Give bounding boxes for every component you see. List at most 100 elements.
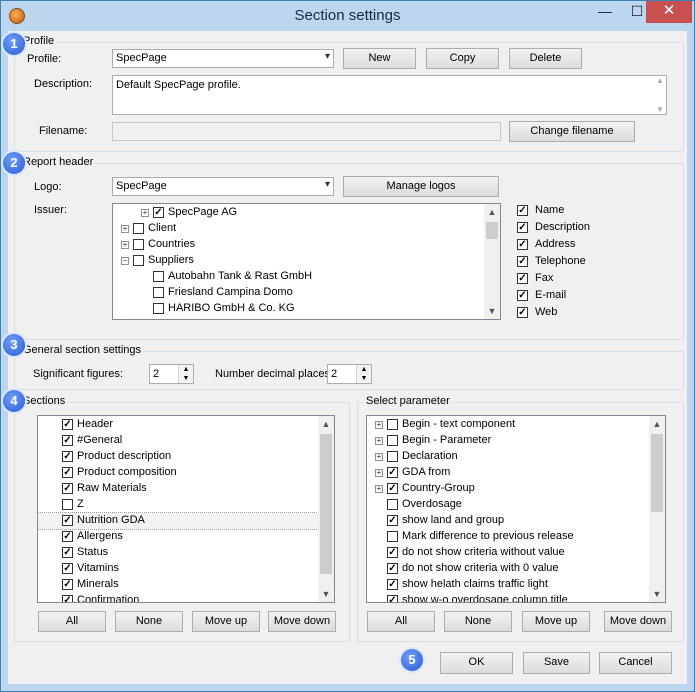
- sections-list[interactable]: ✓ Header ✓ #General ✓ Product description ✓ Pro…: [37, 415, 335, 603]
- section-item[interactable]: ✓ Minerals: [38, 577, 318, 593]
- minimize-button[interactable]: —: [589, 1, 621, 23]
- copy-profile-button[interactable]: Copy: [426, 48, 499, 69]
- checkbox[interactable]: ✓: [517, 222, 528, 233]
- issuer-field-option[interactable]: ✓ Fax: [517, 272, 607, 288]
- checkbox[interactable]: [387, 419, 398, 430]
- parameter-item[interactable]: ✓ do not show criteria with 0 value: [367, 561, 649, 577]
- issuer-tree-item[interactable]: + Client: [113, 221, 483, 237]
- sections-move-down-button[interactable]: Move down: [268, 611, 336, 632]
- checkbox[interactable]: ✓: [517, 273, 528, 284]
- checkbox[interactable]: [387, 451, 398, 462]
- sections-all-button[interactable]: All: [38, 611, 106, 632]
- checkbox[interactable]: ✓: [62, 547, 73, 558]
- expand-icon[interactable]: +: [375, 469, 383, 477]
- checkbox[interactable]: ✓: [387, 467, 398, 478]
- issuer-tree-item[interactable]: − Suppliers: [113, 253, 483, 269]
- parameter-item[interactable]: ✓ show w-o overdosage column title: [367, 593, 649, 602]
- parameters-all-button[interactable]: All: [367, 611, 435, 632]
- decimal-places-stepper[interactable]: 2 ▲ ▼: [327, 364, 372, 384]
- checkbox[interactable]: [62, 499, 73, 510]
- parameter-item[interactable]: ✓ show helath claims traffic light: [367, 577, 649, 593]
- checkbox[interactable]: ✓: [387, 515, 398, 526]
- parameter-item[interactable]: ✓ show land and group: [367, 513, 649, 529]
- ok-button[interactable]: OK: [440, 652, 513, 674]
- checkbox[interactable]: ✓: [387, 483, 398, 494]
- profile-dropdown[interactable]: SpecPage ▾: [112, 49, 334, 68]
- checkbox[interactable]: ✓: [62, 467, 73, 478]
- checkbox[interactable]: ✓: [517, 239, 528, 250]
- parameter-item[interactable]: + Begin - text component: [367, 417, 649, 433]
- parameter-item[interactable]: + Begin - Parameter: [367, 433, 649, 449]
- sections-scrollbar[interactable]: ▲ ▼: [318, 416, 334, 602]
- checkbox[interactable]: [133, 255, 144, 266]
- issuer-field-option[interactable]: ✓ Web: [517, 306, 607, 322]
- cancel-button[interactable]: Cancel: [599, 652, 672, 674]
- issuer-tree[interactable]: + ✓ SpecPage AG + Client + Countries − Suppliers…: [112, 203, 501, 320]
- scroll-thumb[interactable]: [320, 434, 332, 574]
- parameter-scrollbar[interactable]: ▲ ▼: [649, 416, 665, 602]
- parameter-item[interactable]: + Declaration: [367, 449, 649, 465]
- section-item[interactable]: ✓ Raw Materials: [38, 481, 318, 497]
- parameters-move-up-button[interactable]: Move up: [522, 611, 590, 632]
- parameter-item[interactable]: + ✓ Country-Group: [367, 481, 649, 497]
- filename-field[interactable]: [112, 122, 501, 141]
- parameter-item[interactable]: ✓ do not show criteria without value: [367, 545, 649, 561]
- checkbox[interactable]: ✓: [517, 290, 528, 301]
- checkbox[interactable]: [133, 239, 144, 250]
- sections-none-button[interactable]: None: [115, 611, 183, 632]
- spin-arrows-icon[interactable]: ▲ ▼: [178, 365, 193, 383]
- section-item[interactable]: ✓ #General: [38, 433, 318, 449]
- expand-icon[interactable]: +: [121, 241, 129, 249]
- expand-icon[interactable]: +: [141, 209, 149, 217]
- parameters-none-button[interactable]: None: [444, 611, 512, 632]
- parameter-item[interactable]: + ✓ GDA from: [367, 465, 649, 481]
- checkbox[interactable]: [153, 287, 164, 298]
- checkbox[interactable]: [133, 223, 144, 234]
- checkbox[interactable]: ✓: [62, 579, 73, 590]
- manage-logos-button[interactable]: Manage logos: [343, 176, 499, 197]
- checkbox[interactable]: ✓: [62, 435, 73, 446]
- checkbox[interactable]: ✓: [387, 579, 398, 590]
- issuer-field-option[interactable]: ✓ Telephone: [517, 255, 607, 271]
- issuer-field-option[interactable]: ✓ Address: [517, 238, 607, 254]
- checkbox[interactable]: ✓: [62, 515, 73, 526]
- checkbox[interactable]: ✓: [62, 451, 73, 462]
- checkbox[interactable]: ✓: [387, 563, 398, 574]
- issuer-field-option[interactable]: ✓ Name: [517, 204, 607, 220]
- issuer-tree-item[interactable]: HARIBO GmbH & Co. KG: [113, 301, 483, 317]
- checkbox[interactable]: ✓: [387, 595, 398, 602]
- delete-profile-button[interactable]: Delete: [509, 48, 582, 69]
- expand-icon[interactable]: +: [375, 453, 383, 461]
- issuer-tree-item[interactable]: Friesland Campina Domo: [113, 285, 483, 301]
- close-button[interactable]: ✕: [646, 1, 692, 23]
- section-item[interactable]: ✓ Allergens: [38, 529, 318, 545]
- checkbox[interactable]: ✓: [62, 419, 73, 430]
- section-item[interactable]: ✓ Status: [38, 545, 318, 561]
- new-profile-button[interactable]: New: [343, 48, 416, 69]
- significant-figures-stepper[interactable]: 2 ▲ ▼: [149, 364, 194, 384]
- checkbox[interactable]: ✓: [517, 256, 528, 267]
- checkbox[interactable]: [387, 435, 398, 446]
- spin-arrows-icon[interactable]: ▲ ▼: [356, 365, 371, 383]
- scroll-up-icon[interactable]: ▲: [649, 416, 665, 432]
- checkbox[interactable]: ✓: [517, 307, 528, 318]
- checkbox[interactable]: ✓: [62, 531, 73, 542]
- checkbox[interactable]: ✓: [62, 563, 73, 574]
- section-item[interactable]: ✓ Product description: [38, 449, 318, 465]
- checkbox[interactable]: [387, 499, 398, 510]
- scroll-thumb[interactable]: [486, 222, 498, 239]
- checkbox[interactable]: ✓: [62, 595, 73, 602]
- issuer-tree-item[interactable]: Autobahn Tank & Rast GmbH: [113, 269, 483, 285]
- sections-move-up-button[interactable]: Move up: [192, 611, 260, 632]
- issuer-tree-item[interactable]: + ✓ SpecPage AG: [113, 205, 483, 221]
- issuer-scrollbar[interactable]: ▲ ▼: [484, 204, 500, 319]
- description-field[interactable]: Default SpecPage profile. ▲ ▼: [112, 75, 667, 115]
- section-item[interactable]: ✓ Header: [38, 417, 318, 433]
- scroll-thumb[interactable]: [651, 434, 663, 512]
- checkbox[interactable]: ✓: [153, 207, 164, 218]
- issuer-field-option[interactable]: ✓ Description: [517, 221, 607, 237]
- scroll-down-icon[interactable]: ▼: [484, 303, 500, 319]
- expand-icon[interactable]: +: [375, 421, 383, 429]
- section-item[interactable]: ✓ Nutrition GDA: [38, 512, 319, 530]
- expand-icon[interactable]: +: [375, 485, 383, 493]
